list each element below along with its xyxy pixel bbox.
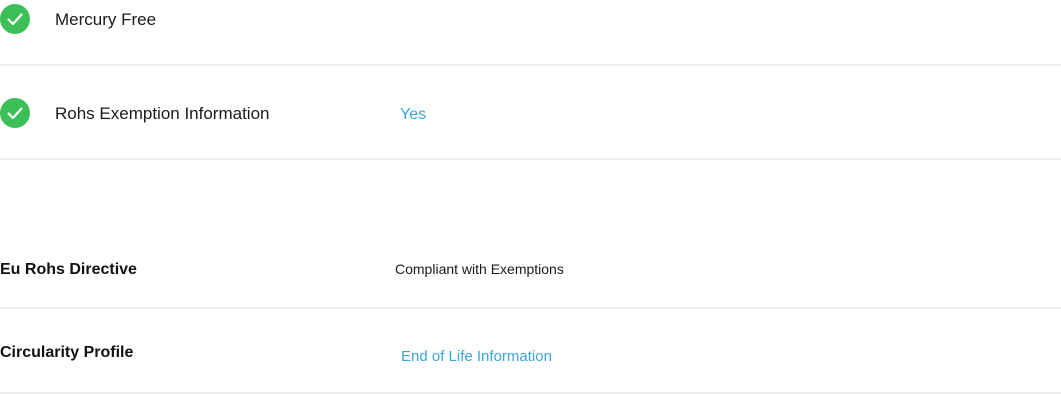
compliance-label: Rohs Exemption Information bbox=[55, 104, 270, 123]
check-circle-icon bbox=[0, 4, 30, 34]
divider bbox=[0, 158, 1061, 160]
attribute-label-eu-rohs-directive: Eu Rohs Directive bbox=[0, 261, 137, 278]
end-of-life-information-link[interactable]: End of Life Information bbox=[401, 348, 552, 365]
compliance-row-mercury-free: Mercury Free bbox=[0, 4, 1061, 38]
check-circle-icon bbox=[0, 98, 30, 128]
compliance-label: Mercury Free bbox=[55, 10, 157, 29]
attribute-value-eu-rohs-directive: Compliant with Exemptions bbox=[395, 261, 564, 277]
attribute-label-circularity-profile: Circularity Profile bbox=[0, 344, 134, 361]
rohs-exemption-yes-link[interactable]: Yes bbox=[400, 106, 426, 124]
divider bbox=[0, 307, 1061, 309]
divider bbox=[0, 64, 1061, 66]
compliance-row-rohs-exemption: Rohs Exemption Information Yes bbox=[0, 98, 1061, 132]
